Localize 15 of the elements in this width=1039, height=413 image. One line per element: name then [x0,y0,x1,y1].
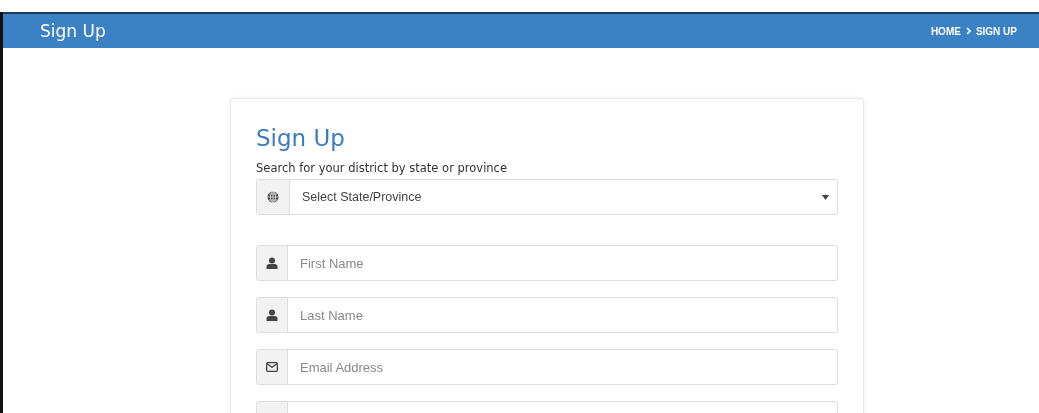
form-title: Sign Up [256,125,346,151]
globe-icon [267,191,279,203]
field-label: Search for your district by state or province [256,161,509,175]
state-select[interactable]: Select State/Province [256,179,838,215]
user-icon [266,257,278,269]
input-field[interactable]: First Name [288,245,838,281]
chevron-icon [965,27,971,35]
breadcrumb-link[interactable]: SIGN UP [975,25,1017,37]
envelope-icon [266,362,278,372]
caret-icon [822,194,829,200]
input-field[interactable]: Last Name [288,297,838,333]
breadcrumb-link[interactable]: HOME [930,25,961,37]
page-title: Sign Up [40,21,106,41]
user-icon [266,309,278,321]
input-field[interactable]: Email Address [288,349,838,385]
